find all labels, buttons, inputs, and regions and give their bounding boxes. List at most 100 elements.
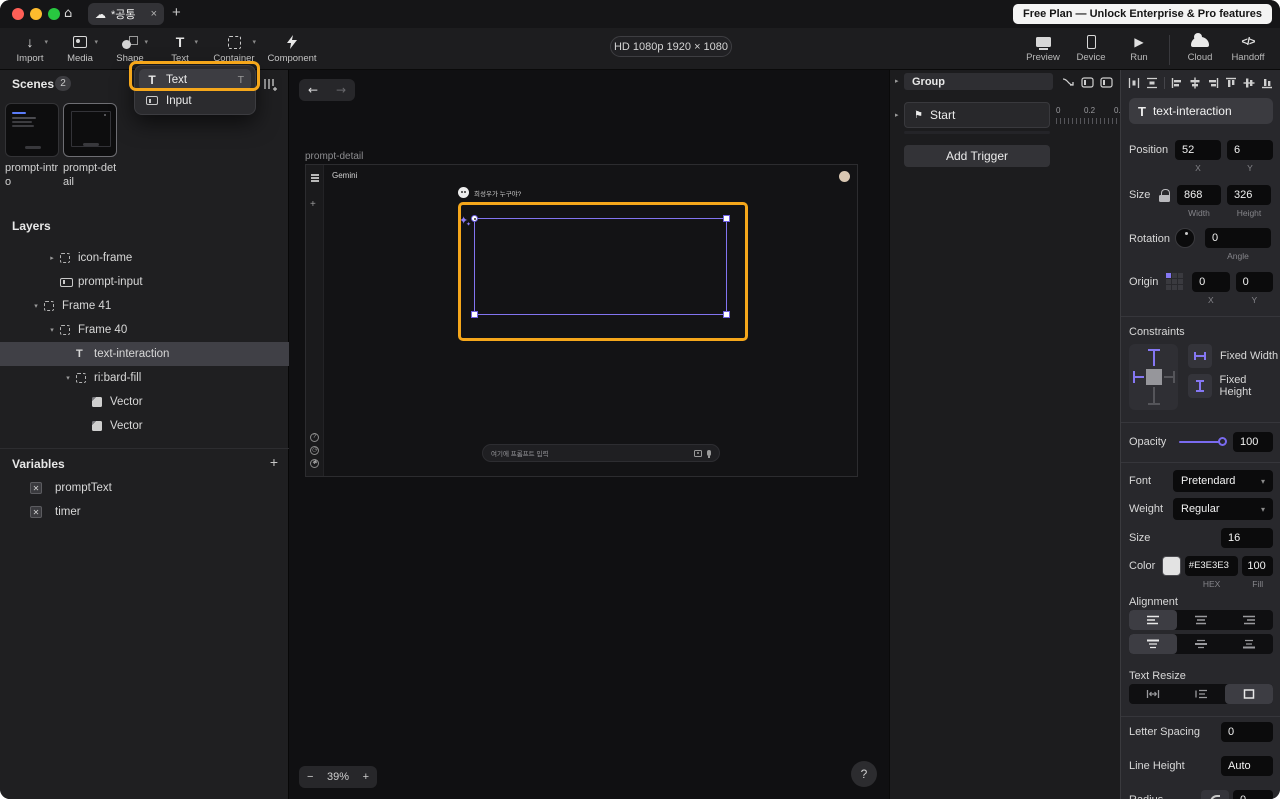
color-swatch[interactable] (1161, 556, 1181, 576)
container-tool-button[interactable]: ▾ Container (208, 31, 260, 64)
scene-frame[interactable]: + ? ◷ ✱ Gemini 희성우가 누구야? ✦ ✦ 여기에 프롬프트 입력 (305, 164, 858, 477)
color-hex-input[interactable]: #E3E3E3 (1184, 556, 1239, 576)
layer-row-icon-frame[interactable]: ▸ icon-frame (0, 246, 289, 270)
lock-aspect-icon[interactable] (1159, 189, 1171, 202)
chevron-down-icon[interactable]: ▾ (144, 38, 148, 46)
cloud-button[interactable]: Cloud (1178, 31, 1222, 63)
start-expander-icon[interactable]: ▸ (895, 111, 899, 119)
canvas-area[interactable]: ← → prompt-detail + ? ◷ ✱ Gemini 희성우가 누구… (289, 70, 889, 799)
preview-button[interactable]: Preview (1021, 31, 1065, 63)
scene-name-prompt-detail[interactable]: prompt-detail (63, 162, 121, 190)
layer-row-ri-bard-fill[interactable]: ▾ ri:bard-fill (0, 366, 289, 390)
close-tab-icon[interactable]: × (151, 8, 157, 20)
text-align-right-button[interactable] (1225, 610, 1273, 630)
selection-handle-top-left[interactable] (471, 215, 478, 222)
layer-row-frame-41[interactable]: ▾ Frame 41 (0, 294, 289, 318)
font-family-select[interactable]: Pretendard ▾ (1173, 470, 1273, 492)
layer-row-text-interaction[interactable]: T text-interaction (0, 342, 289, 366)
layer-row-prompt-input[interactable]: prompt-input (0, 270, 289, 294)
font-size-input[interactable]: 16 (1221, 528, 1273, 548)
origin-grid-selector[interactable] (1166, 273, 1184, 291)
radius-mode-button[interactable] (1201, 790, 1229, 799)
align-left-button[interactable] (1170, 76, 1184, 90)
expander-expanded-icon[interactable]: ▾ (60, 374, 76, 382)
origin-x-input[interactable]: 0 (1192, 272, 1230, 292)
rotation-dial[interactable] (1175, 228, 1195, 248)
group-expander-icon[interactable]: ▸ (895, 77, 899, 85)
component-tool-button[interactable]: Component (266, 31, 318, 64)
resize-fixed-button[interactable] (1225, 684, 1273, 704)
timeline-ruler[interactable]: 0 0.2 0. (1056, 106, 1121, 124)
fixed-width-toggle[interactable] (1188, 344, 1213, 368)
text-align-left-button[interactable] (1129, 610, 1177, 630)
media-tool-button[interactable]: ▾ Media (58, 31, 102, 64)
shape-tool-button[interactable]: ▾ Shape (108, 31, 152, 64)
panel-layout-button-2[interactable] (1099, 75, 1113, 89)
scene-thumbnail-prompt-detail[interactable] (63, 103, 117, 157)
selection-handle-bottom-left[interactable] (471, 311, 478, 318)
zoom-in-button[interactable]: + (363, 771, 369, 783)
expander-expanded-icon[interactable]: ▾ (28, 302, 44, 310)
text-align-middle-button[interactable] (1177, 634, 1225, 654)
letter-spacing-input[interactable]: 0 (1221, 722, 1273, 742)
chevron-down-icon[interactable]: ▾ (94, 38, 98, 46)
expander-expanded-icon[interactable]: ▾ (44, 326, 60, 334)
text-align-top-button[interactable] (1129, 634, 1177, 654)
align-bottom-button[interactable] (1260, 76, 1274, 90)
position-x-input[interactable]: 52 (1175, 140, 1221, 160)
chevron-down-icon[interactable]: ▾ (252, 38, 256, 46)
help-button[interactable]: ? (851, 761, 877, 787)
start-trigger[interactable]: ⚑ Start (904, 102, 1050, 128)
menu-item-input[interactable]: Input (139, 90, 251, 111)
position-y-input[interactable]: 6 (1227, 140, 1273, 160)
panel-layout-button-1[interactable] (1080, 75, 1094, 89)
selection-handle-top-right[interactable] (723, 215, 730, 222)
line-height-input[interactable]: Auto (1221, 756, 1273, 776)
radius-input[interactable]: 0 (1233, 790, 1273, 799)
forward-arrow-button[interactable]: → (336, 83, 346, 97)
text-tool-button[interactable]: T ▾ Text (158, 31, 202, 64)
distribute-vertical-button[interactable] (1145, 76, 1159, 90)
variable-row-promptText[interactable]: ✕ promptText (0, 476, 289, 500)
selected-text-layer-bounds[interactable] (471, 215, 730, 318)
group-header[interactable]: Group (904, 73, 1053, 90)
distribute-horizontal-button[interactable] (1127, 76, 1141, 90)
fixed-height-toggle[interactable] (1188, 374, 1212, 398)
chevron-down-icon[interactable]: ▾ (194, 38, 198, 46)
text-align-bottom-button[interactable] (1225, 634, 1273, 654)
scene-frame-label[interactable]: prompt-detail (305, 151, 363, 162)
origin-y-input[interactable]: 0 (1235, 272, 1273, 292)
resize-auto-height-button[interactable] (1177, 684, 1225, 704)
add-variable-button[interactable]: + (270, 454, 278, 470)
scene-name-prompt-intro[interactable]: prompt-intro (5, 162, 63, 190)
resize-auto-width-button[interactable] (1129, 684, 1177, 704)
layer-row-vector-1[interactable]: Vector (0, 390, 289, 414)
menu-item-text[interactable]: T Text T (139, 69, 251, 90)
easing-curve-button[interactable] (1061, 75, 1075, 89)
variable-row-timer[interactable]: ✕ timer (0, 500, 289, 524)
selection-handle-bottom-right[interactable] (723, 311, 730, 318)
layer-row-frame-40[interactable]: ▾ Frame 40 (0, 318, 289, 342)
device-button[interactable]: Device (1069, 31, 1113, 63)
zoom-level[interactable]: 39% (327, 771, 349, 783)
new-tab-button[interactable]: + (172, 4, 181, 21)
free-plan-banner[interactable]: Free Plan — Unlock Enterprise & Pro feat… (1012, 4, 1272, 24)
back-arrow-button[interactable]: ← (308, 83, 318, 97)
home-icon[interactable]: ⌂ (64, 6, 72, 21)
run-button[interactable]: ▶ Run (1117, 31, 1161, 64)
align-top-button[interactable] (1224, 76, 1238, 90)
minimize-window-button[interactable] (30, 8, 42, 20)
font-weight-select[interactable]: Regular ▾ (1173, 498, 1273, 520)
size-width-input[interactable]: 868 (1177, 185, 1221, 205)
expander-collapsed-icon[interactable]: ▸ (44, 254, 60, 262)
layer-row-vector-2[interactable]: Vector (0, 414, 289, 438)
zoom-window-button[interactable] (48, 8, 60, 20)
chevron-down-icon[interactable]: ▾ (44, 38, 48, 46)
scene-list-view-icon[interactable] (262, 76, 278, 92)
rotation-angle-input[interactable]: 0 (1205, 228, 1271, 248)
size-height-input[interactable]: 326 (1227, 185, 1271, 205)
text-align-center-button[interactable] (1177, 610, 1225, 630)
canvas-size-button[interactable]: HD 1080p 1920 × 1080 (610, 36, 732, 57)
constraints-widget[interactable] (1129, 344, 1179, 410)
add-trigger-button[interactable]: Add Trigger (904, 145, 1050, 167)
